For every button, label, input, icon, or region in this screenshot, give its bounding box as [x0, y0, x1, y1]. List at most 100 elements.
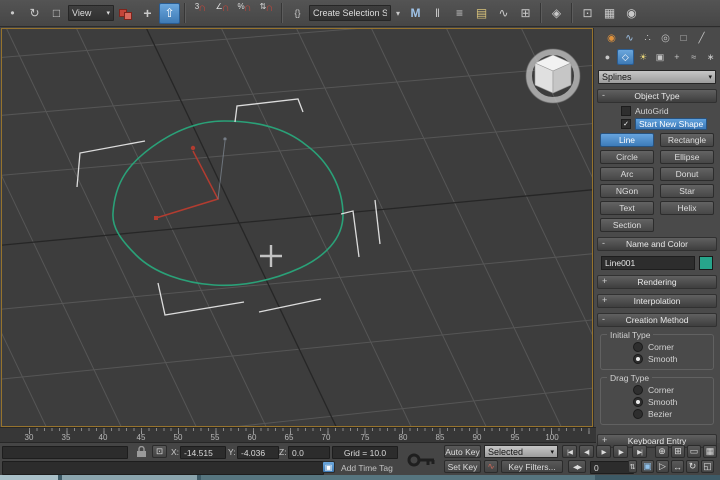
initial-corner-radio[interactable]: [633, 342, 643, 352]
go-to-start-button[interactable]: |◀: [562, 445, 577, 458]
drag-corner-radio[interactable]: [633, 385, 643, 395]
auto-key-button[interactable]: Auto Key: [444, 445, 481, 458]
add-time-tag-label[interactable]: Add Time Tag: [341, 463, 393, 473]
zoom-icon[interactable]: ⊕: [655, 445, 669, 458]
next-frame-button[interactable]: |▶: [613, 445, 628, 458]
utilities-tab-icon[interactable]: ╱: [694, 31, 709, 45]
align-icon[interactable]: ‖: [427, 3, 448, 24]
select-scale-icon[interactable]: □: [46, 3, 67, 24]
pan-view-icon[interactable]: ↔: [671, 460, 684, 473]
circle-button[interactable]: Circle: [600, 150, 654, 164]
rendered-frame-window-icon[interactable]: ▦: [599, 3, 620, 24]
object-type-rollout-header[interactable]: - Object Type: [597, 89, 717, 103]
snaps-toggle-3d-icon[interactable]: 3∩: [190, 3, 211, 24]
zoom-all-icon[interactable]: ⊞: [671, 445, 685, 458]
named-selection-set-dropdown[interactable]: Create Selection Se: [309, 5, 391, 21]
mirror-icon[interactable]: M: [405, 3, 426, 24]
shapes-category-icon[interactable]: ◇: [617, 49, 634, 65]
arc-button[interactable]: Arc: [600, 167, 654, 181]
star-button[interactable]: Star: [660, 184, 714, 198]
new-key-filter-icon[interactable]: ∿: [484, 460, 498, 473]
key-step-toggle-icon[interactable]: ◀▶: [568, 460, 586, 473]
go-to-end-button[interactable]: ▶|: [632, 445, 647, 458]
set-key-button[interactable]: Set Key: [444, 460, 481, 473]
create-tab-icon[interactable]: ◉: [604, 31, 619, 45]
rendering-rollout-header[interactable]: + Rendering: [597, 275, 717, 289]
start-new-shape-button[interactable]: Start New Shape: [635, 118, 707, 130]
orbit-icon[interactable]: ↻: [686, 460, 699, 473]
spinner-snap-icon[interactable]: ⇅∩: [256, 3, 277, 24]
x-coordinate-field[interactable]: -14.515: [180, 446, 226, 459]
ellipse-button[interactable]: Ellipse: [660, 150, 714, 164]
flyout-dot-icon[interactable]: •: [2, 3, 23, 24]
line-button[interactable]: Line: [600, 133, 654, 147]
keyboard-override-toggle-icon[interactable]: ⇧: [159, 3, 180, 24]
selection-set-caret-icon[interactable]: ▾: [392, 3, 404, 24]
render-setup-icon[interactable]: ⊡: [577, 3, 598, 24]
key-filters-button[interactable]: Key Filters...: [501, 460, 563, 473]
reference-coordinate-dropdown[interactable]: View ▾: [68, 5, 114, 21]
edit-named-selection-sets-icon[interactable]: {}: [287, 3, 308, 24]
object-name-field[interactable]: Line001: [601, 256, 695, 270]
helix-button[interactable]: Helix: [660, 201, 714, 215]
viewport-canvas[interactable]: [2, 29, 592, 426]
lights-category-icon[interactable]: ☀: [636, 50, 651, 64]
chevron-down-icon: ▾: [550, 448, 554, 456]
frame-spinner[interactable]: ⇅: [628, 460, 637, 473]
angle-snap-icon[interactable]: ∠∩: [212, 3, 233, 24]
display-tab-icon[interactable]: □: [676, 31, 691, 45]
hierarchy-tab-icon[interactable]: ∴: [640, 31, 655, 45]
name-color-rollout-header[interactable]: - Name and Color: [597, 237, 717, 251]
initial-smooth-radio[interactable]: [633, 354, 643, 364]
ngon-button[interactable]: NGon: [600, 184, 654, 198]
zoom-extents-icon[interactable]: ▭: [687, 445, 701, 458]
systems-category-icon[interactable]: ∗: [703, 50, 718, 64]
z-label: Z:: [279, 447, 287, 457]
layer-manager-icon[interactable]: ≡: [449, 3, 470, 24]
y-coordinate-field[interactable]: -4.036: [237, 446, 279, 459]
schematic-view-icon[interactable]: ⊞: [515, 3, 536, 24]
autogrid-checkbox[interactable]: [621, 106, 631, 116]
maximize-viewport-icon[interactable]: ◱: [701, 460, 714, 473]
field-of-view-icon[interactable]: ▷: [656, 460, 669, 473]
absolute-offset-toggle-icon[interactable]: ⊡: [152, 445, 167, 458]
percent-snap-icon[interactable]: %∩: [234, 3, 255, 24]
select-and-manipulate-icon[interactable]: +: [137, 3, 158, 24]
section-button[interactable]: Section: [600, 218, 654, 232]
time-tag-icon[interactable]: ▣: [322, 461, 335, 473]
previous-frame-button[interactable]: ◀|: [579, 445, 594, 458]
rectangle-button[interactable]: Rectangle: [660, 133, 714, 147]
spline-line001[interactable]: [113, 121, 343, 285]
key-mode-dropdown[interactable]: Selected ▾: [484, 445, 558, 458]
start-new-shape-checkbox[interactable]: ✓: [621, 119, 631, 129]
geometry-category-icon[interactable]: ●: [600, 50, 615, 64]
motion-tab-icon[interactable]: ◎: [658, 31, 673, 45]
curve-editor-icon[interactable]: ∿: [493, 3, 514, 24]
select-rotate-icon[interactable]: ↻: [24, 3, 45, 24]
cameras-category-icon[interactable]: ▣: [653, 50, 668, 64]
z-coordinate-field[interactable]: 0.0: [288, 446, 330, 459]
helpers-category-icon[interactable]: +: [669, 50, 684, 64]
perspective-viewport[interactable]: [1, 28, 593, 427]
spacewarps-category-icon[interactable]: ≈: [686, 50, 701, 64]
creation-method-rollout-header[interactable]: - Creation Method: [597, 313, 717, 327]
track-bar-ruler[interactable]: 30 35 40 45 50 55 60 65 70 75 80 85 90 9…: [0, 427, 596, 443]
modify-tab-icon[interactable]: ∿: [622, 31, 637, 45]
graphite-ribbon-icon[interactable]: ▤: [471, 3, 492, 24]
object-color-swatch[interactable]: [699, 256, 713, 270]
shape-category-dropdown[interactable]: Splines ▾: [598, 70, 716, 84]
drag-bezier-radio[interactable]: [633, 409, 643, 419]
selection-lock-icon[interactable]: [136, 446, 147, 458]
use-pivot-center-icon[interactable]: [115, 3, 136, 24]
donut-button[interactable]: Donut: [660, 167, 714, 181]
drag-smooth-radio[interactable]: [633, 397, 643, 407]
zoom-extents-all-icon[interactable]: ▦: [703, 445, 717, 458]
render-production-icon[interactable]: ◉: [621, 3, 642, 24]
region-zoom-icon[interactable]: ▣: [641, 460, 654, 473]
tick-label: 55: [211, 433, 220, 442]
tick-label: 95: [511, 433, 520, 442]
text-button[interactable]: Text: [600, 201, 654, 215]
material-editor-icon[interactable]: ◈: [546, 3, 567, 24]
play-button[interactable]: ▶: [596, 445, 611, 458]
interpolation-rollout-header[interactable]: + Interpolation: [597, 294, 717, 308]
